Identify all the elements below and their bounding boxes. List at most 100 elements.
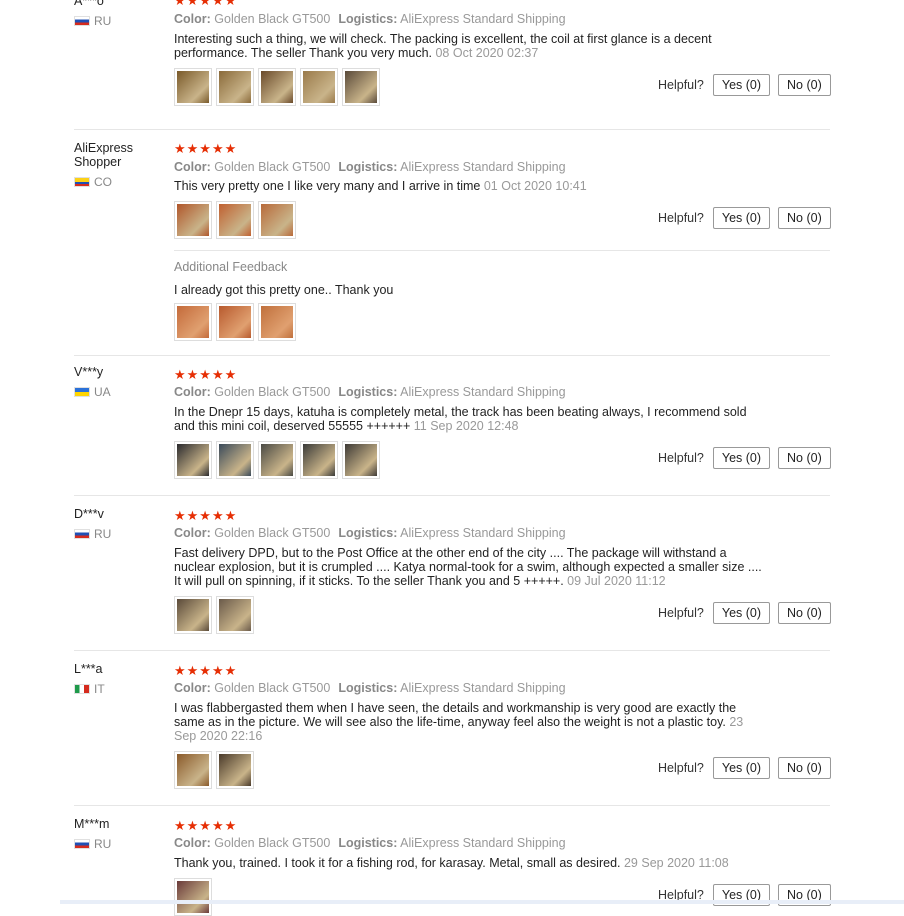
review-text-content: I was flabbergasted them when I have see… bbox=[174, 701, 737, 729]
photo-image bbox=[219, 71, 251, 103]
photo-image bbox=[177, 306, 209, 338]
photo-image bbox=[303, 444, 335, 476]
helpful-yes-button[interactable]: Yes (0) bbox=[712, 447, 771, 469]
review-photos bbox=[174, 441, 380, 479]
helpful-no-button[interactable]: No (0) bbox=[778, 757, 831, 779]
color-label: Color: bbox=[174, 385, 211, 399]
photo-image bbox=[261, 306, 293, 338]
photo-image bbox=[177, 599, 209, 631]
review-photo-thumbnail[interactable] bbox=[174, 596, 212, 634]
horizontal-scrollbar[interactable] bbox=[60, 900, 904, 904]
review-date: 01 Oct 2020 10:41 bbox=[483, 179, 587, 193]
flag-icon bbox=[74, 387, 90, 397]
helpful-controls: Helpful? Yes (0) No (0) bbox=[658, 602, 831, 624]
buyer-name: AliExpress Shopper bbox=[74, 141, 134, 169]
review-photos bbox=[174, 596, 254, 634]
logistics-label: Logistics: bbox=[338, 385, 398, 399]
review-meta: Color: Golden Black GT500 Logistics: AliE… bbox=[174, 681, 566, 695]
logistics-label: Logistics: bbox=[338, 160, 398, 174]
buyer-name: A***o bbox=[74, 0, 104, 8]
review-meta: Color: Golden Black GT500 Logistics: AliE… bbox=[174, 836, 566, 850]
review-photo-thumbnail[interactable] bbox=[300, 68, 338, 106]
buyer-info: AliExpress Shopper CO bbox=[74, 141, 164, 189]
color-value: Golden Black GT500 bbox=[210, 385, 331, 399]
review-photo-thumbnail[interactable] bbox=[258, 441, 296, 479]
review-photo-thumbnail[interactable] bbox=[174, 303, 212, 341]
review-photo-thumbnail[interactable] bbox=[174, 201, 212, 239]
review-meta: Color: Golden Black GT500 Logistics: AliE… bbox=[174, 160, 566, 174]
review-photos bbox=[174, 878, 212, 916]
review-photo-thumbnail[interactable] bbox=[258, 68, 296, 106]
color-value: Golden Black GT500 bbox=[210, 681, 331, 695]
helpful-controls: Helpful? Yes (0) No (0) bbox=[658, 757, 831, 779]
review-text-content: This very pretty one I like very many an… bbox=[174, 179, 484, 193]
flag-icon bbox=[74, 684, 90, 694]
logistics-label: Logistics: bbox=[338, 12, 398, 26]
buyer-info: D***v RU bbox=[74, 507, 164, 541]
additional-divider bbox=[174, 250, 830, 251]
review-photo-thumbnail[interactable] bbox=[216, 596, 254, 634]
review-divider bbox=[74, 805, 830, 806]
photo-image bbox=[345, 71, 377, 103]
review-photo-thumbnail[interactable] bbox=[216, 303, 254, 341]
additional-photos bbox=[174, 303, 296, 341]
color-label: Color: bbox=[174, 160, 211, 174]
review-photo-thumbnail[interactable] bbox=[258, 201, 296, 239]
color-label: Color: bbox=[174, 526, 211, 540]
review-photo-thumbnail[interactable] bbox=[258, 303, 296, 341]
buyer-name: D***v bbox=[74, 507, 104, 521]
helpful-no-button[interactable]: No (0) bbox=[778, 447, 831, 469]
review-meta: Color: Golden Black GT500 Logistics: AliE… bbox=[174, 12, 566, 26]
helpful-controls: Helpful? Yes (0) No (0) bbox=[658, 447, 831, 469]
color-value: Golden Black GT500 bbox=[210, 12, 331, 26]
helpful-controls: Helpful? Yes (0) No (0) bbox=[658, 207, 831, 229]
review-divider bbox=[74, 129, 830, 130]
review-photos bbox=[174, 68, 380, 106]
helpful-yes-button[interactable]: Yes (0) bbox=[712, 74, 771, 96]
logistics-label: Logistics: bbox=[338, 836, 398, 850]
review-photo-thumbnail[interactable] bbox=[300, 441, 338, 479]
helpful-no-button[interactable]: No (0) bbox=[778, 74, 831, 96]
review-photo-thumbnail[interactable] bbox=[342, 68, 380, 106]
logistics-value: AliExpress Standard Shipping bbox=[397, 12, 566, 26]
review-photo-thumbnail[interactable] bbox=[216, 751, 254, 789]
review-text: This very pretty one I like very many an… bbox=[174, 179, 764, 193]
color-label: Color: bbox=[174, 681, 211, 695]
review-photo-thumbnail[interactable] bbox=[174, 878, 212, 916]
photo-image bbox=[261, 204, 293, 236]
review-text: Fast delivery DPD, but to the Post Offic… bbox=[174, 546, 764, 588]
buyer-country: IT bbox=[74, 682, 164, 696]
logistics-label: Logistics: bbox=[338, 681, 398, 695]
review-date: 09 Jul 2020 11:12 bbox=[567, 574, 666, 588]
country-code: IT bbox=[94, 682, 105, 696]
review-photo-thumbnail[interactable] bbox=[174, 68, 212, 106]
review-photo-thumbnail[interactable] bbox=[174, 751, 212, 789]
color-label: Color: bbox=[174, 836, 211, 850]
buyer-info: A***o RU bbox=[74, 0, 164, 28]
helpful-label: Helpful? bbox=[658, 211, 704, 225]
buyer-info: L***a IT bbox=[74, 662, 164, 696]
helpful-no-button[interactable]: No (0) bbox=[778, 602, 831, 624]
buyer-name: M***m bbox=[74, 817, 110, 831]
helpful-no-button[interactable]: No (0) bbox=[778, 207, 831, 229]
review-photo-thumbnail[interactable] bbox=[216, 441, 254, 479]
logistics-value: AliExpress Standard Shipping bbox=[397, 526, 566, 540]
review-photo-thumbnail[interactable] bbox=[216, 68, 254, 106]
buyer-country: RU bbox=[74, 837, 164, 851]
review-meta: Color: Golden Black GT500 Logistics: AliE… bbox=[174, 526, 566, 540]
review-photo-thumbnail[interactable] bbox=[342, 441, 380, 479]
review-text: I was flabbergasted them when I have see… bbox=[174, 701, 764, 743]
helpful-yes-button[interactable]: Yes (0) bbox=[712, 602, 771, 624]
photo-image bbox=[261, 444, 293, 476]
star-rating: ★★★★★ bbox=[174, 141, 238, 156]
review-text: In the Dnepr 15 days, katuha is complete… bbox=[174, 405, 764, 433]
buyer-info: M***m RU bbox=[74, 817, 164, 851]
review-date: 11 Sep 2020 12:48 bbox=[413, 419, 519, 433]
helpful-yes-button[interactable]: Yes (0) bbox=[712, 757, 771, 779]
helpful-yes-button[interactable]: Yes (0) bbox=[712, 207, 771, 229]
review-photo-thumbnail[interactable] bbox=[174, 441, 212, 479]
color-value: Golden Black GT500 bbox=[210, 836, 331, 850]
review-divider bbox=[74, 650, 830, 651]
review-photo-thumbnail[interactable] bbox=[216, 201, 254, 239]
buyer-country: RU bbox=[74, 14, 164, 28]
